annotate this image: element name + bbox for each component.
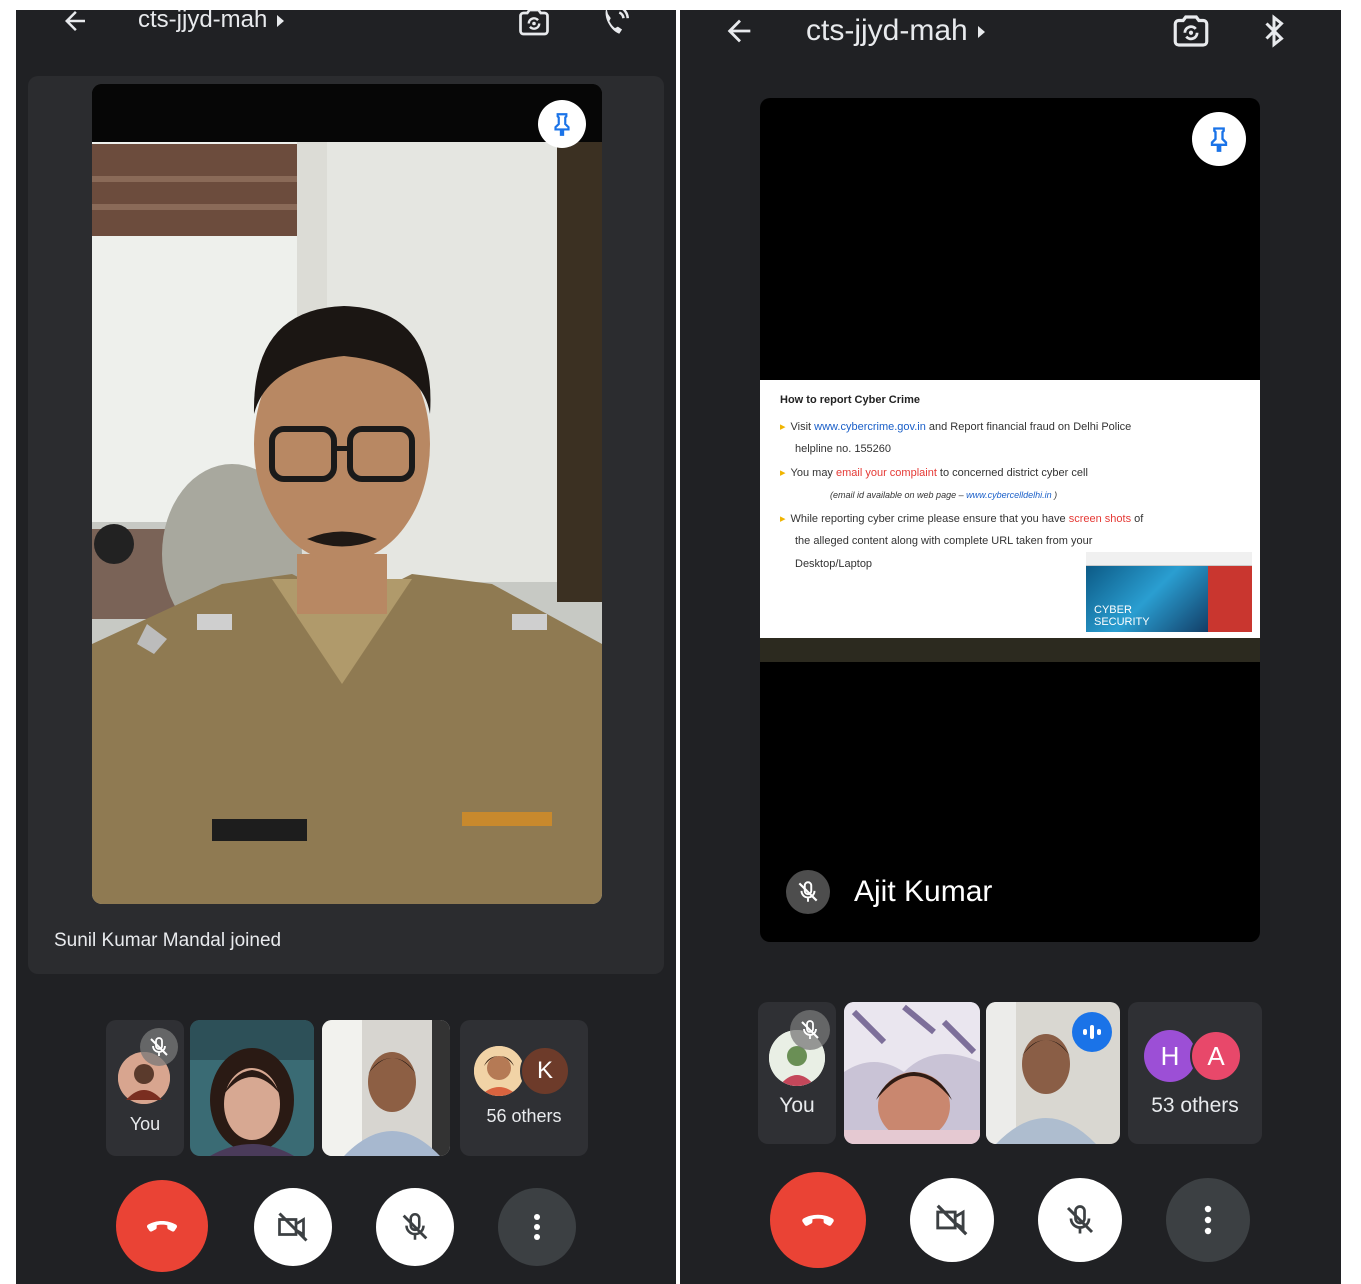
- slide-bullet-1: ▸ Visit www.cybercrime.gov.in and Report …: [780, 421, 1132, 433]
- avatar-h: H: [1144, 1030, 1196, 1082]
- participant-video-feed: [190, 1020, 314, 1156]
- tile-participant-man[interactable]: [322, 1020, 450, 1156]
- tile-you[interactable]: You: [758, 1002, 836, 1144]
- top-bar: cts-jjyd-mah: [16, 10, 676, 70]
- pin-button[interactable]: [1192, 112, 1246, 166]
- caret-right-icon: [977, 26, 985, 39]
- cyber-text-line1: CYBER: [1094, 604, 1132, 616]
- more-options-button[interactable]: [498, 1188, 576, 1266]
- switch-camera-icon[interactable]: [516, 10, 552, 45]
- others-count-label: 53 others: [1151, 1094, 1239, 1117]
- meeting-title[interactable]: cts-jjyd-mah: [806, 14, 985, 48]
- mic-off-icon: [786, 870, 830, 914]
- you-label: You: [129, 1114, 161, 1134]
- avatar: [474, 1046, 524, 1096]
- switch-camera-icon[interactable]: [1170, 10, 1212, 57]
- slide-bullet-2: ▸ You may email your complaint to concern…: [780, 467, 1088, 479]
- website-sidebar: [1208, 566, 1252, 632]
- mic-toggle-button[interactable]: [376, 1188, 454, 1266]
- back-arrow-icon[interactable]: [722, 14, 756, 53]
- camera-off-icon: [278, 1212, 308, 1242]
- cyber-security-banner: CYBER SECURITY: [1086, 566, 1208, 632]
- mic-off-icon: [402, 1212, 428, 1240]
- mic-off-icon: [1066, 1205, 1094, 1234]
- tile-participant-woman[interactable]: [844, 1002, 980, 1144]
- tile-others[interactable]: H A 53 others: [1128, 1002, 1262, 1144]
- avatar-k: K: [520, 1046, 570, 1096]
- slide-bottom-strip: [760, 638, 1260, 662]
- meeting-code: cts-jjyd-mah: [806, 14, 968, 47]
- pin-icon: [554, 113, 570, 136]
- presenter-name: Ajit Kumar: [854, 875, 993, 908]
- pin-icon: [1210, 127, 1228, 152]
- main-video[interactable]: [92, 84, 602, 904]
- end-call-icon: [146, 1221, 178, 1232]
- slide-bullet-1-line2: helpline no. 155260: [795, 443, 892, 455]
- website-screenshot-thumbnail: [1086, 552, 1252, 566]
- presentation-slide: How to report Cyber Crime ▸ Visit www.cyb…: [760, 380, 1260, 638]
- officer-video-feed: [92, 84, 602, 904]
- slide-bullet-3-line2: the alleged content along with complete …: [795, 535, 1093, 547]
- you-label: You: [779, 1094, 815, 1117]
- mic-toggle-button[interactable]: [1038, 1178, 1122, 1262]
- caret-right-icon: [277, 14, 285, 27]
- meeting-code: cts-jjyd-mah: [138, 10, 268, 33]
- mic-off-icon: [790, 1010, 830, 1050]
- audio-output-icon[interactable]: [598, 10, 632, 43]
- participant-video-feed: [322, 1020, 450, 1156]
- left-phone-screen: cts-jjyd-mah Sunil Kumar Mandal joined Y…: [16, 10, 676, 1284]
- tile-you[interactable]: You: [106, 1020, 184, 1156]
- meeting-title[interactable]: cts-jjyd-mah: [138, 10, 285, 34]
- tile-participant-man[interactable]: [986, 1002, 1120, 1144]
- presenter-name-bar: Ajit Kumar: [786, 870, 992, 914]
- more-options-icon: [534, 1214, 540, 1240]
- end-call-icon: [802, 1214, 834, 1226]
- pin-button[interactable]: [538, 100, 586, 148]
- end-call-button[interactable]: [770, 1172, 866, 1268]
- camera-toggle-button[interactable]: [254, 1188, 332, 1266]
- join-notification: Sunil Kumar Mandal joined: [54, 930, 282, 951]
- slide-bullet-3-line3: Desktop/Laptop: [795, 558, 873, 570]
- speaking-indicator-icon: [1072, 1012, 1112, 1052]
- mic-off-icon: [140, 1028, 178, 1066]
- slide-bullet-3: ▸ While reporting cyber crime please ensu…: [780, 513, 1144, 525]
- more-options-button[interactable]: [1166, 1178, 1250, 1262]
- slide-heading: How to report Cyber Crime: [780, 394, 920, 406]
- camera-off-icon: [936, 1204, 968, 1236]
- slide-bullet-2-note: (email id available on web page – www.cy…: [830, 490, 1058, 500]
- tile-participant-woman[interactable]: [190, 1020, 314, 1156]
- tile-others[interactable]: K 56 others: [460, 1020, 588, 1156]
- cyber-text-line2: SECURITY: [1094, 616, 1150, 628]
- right-phone-screen: cts-jjyd-mah How to report Cyber Crime ▸…: [680, 10, 1341, 1284]
- others-count-label: 56 others: [486, 1106, 562, 1126]
- avatar-a: A: [1190, 1030, 1242, 1082]
- main-video[interactable]: How to report Cyber Crime ▸ Visit www.cyb…: [760, 98, 1260, 942]
- more-options-icon: [1204, 1205, 1212, 1235]
- camera-toggle-button[interactable]: [910, 1178, 994, 1262]
- bluetooth-icon[interactable]: [1256, 12, 1292, 55]
- back-arrow-icon[interactable]: [60, 10, 90, 41]
- participant-video-feed: [844, 1002, 980, 1144]
- top-bar: cts-jjyd-mah: [680, 10, 1341, 70]
- end-call-button[interactable]: [116, 1180, 208, 1272]
